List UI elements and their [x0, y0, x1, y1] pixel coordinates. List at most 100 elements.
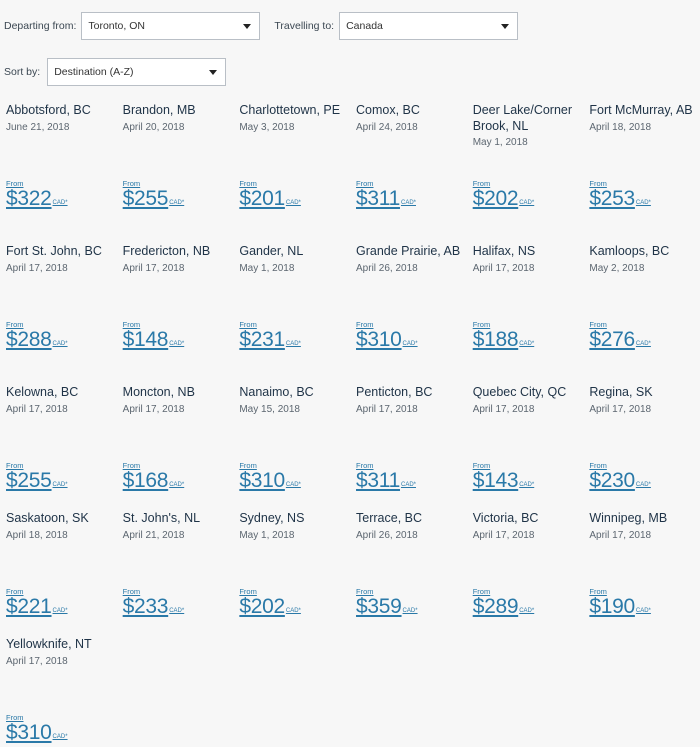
fare-link[interactable]: From $311CAD*: [356, 461, 416, 492]
destination-name: Fort St. John, BC: [6, 244, 102, 258]
currency-label: CAD*: [519, 200, 535, 206]
currency-label: CAD*: [635, 608, 651, 614]
destination-card: Fort McMurray, AB April 18, 2018 From $253C…: [583, 103, 700, 244]
travelling-select[interactable]: Canada: [339, 12, 519, 40]
destination-name: Deer Lake/Corner Brook, NL: [472, 103, 573, 133]
fare-link[interactable]: From $289CAD*: [473, 587, 535, 618]
departure-date: June 21, 2018: [6, 121, 70, 133]
destination-card: Saskatoon, SK April 18, 2018 From $221CAD*: [0, 511, 117, 637]
currency-label: CAD*: [635, 341, 651, 347]
destination-name: Regina, SK: [589, 385, 653, 399]
destination-name: Grande Prairie, AB: [356, 244, 461, 258]
currency-label: CAD*: [52, 734, 68, 740]
destination-card: St. John's, NL April 21, 2018 From $233CAD*: [117, 511, 234, 637]
destination-name: Sydney, NS: [239, 511, 305, 525]
fare-price: $310: [239, 469, 285, 492]
destination-card: Charlottetown, PE May 3, 2018 From $201CAD*: [233, 103, 350, 244]
fare-price: $148: [122, 328, 169, 351]
fare-price: $311: [356, 187, 400, 210]
travelling-label: Travelling to:: [274, 20, 335, 32]
destination-card: Regina, SK April 17, 2018 From $230CAD*: [583, 385, 700, 511]
currency-label: CAD*: [519, 482, 535, 488]
departure-date: May 1, 2018: [472, 137, 528, 148]
fare-link[interactable]: From $311CAD*: [356, 179, 416, 210]
fare-link[interactable]: From $359CAD*: [356, 587, 418, 618]
currency-label: CAD*: [519, 608, 535, 614]
departure-date: April 17, 2018: [6, 403, 68, 415]
departure-date: May 1, 2018: [239, 529, 295, 541]
fare-link[interactable]: From $231CAD*: [239, 320, 301, 351]
chevron-down-icon: [501, 23, 510, 29]
destination-row: Yellowknife, NT April 17, 2018 From $310CAD…: [0, 637, 700, 747]
destination-name: Fredericton, NB: [122, 244, 211, 258]
travelling-value: Canada: [346, 20, 383, 32]
currency-label: CAD*: [635, 200, 651, 206]
departing-select[interactable]: Toronto, ON: [81, 12, 261, 40]
currency-label: CAD*: [635, 482, 651, 488]
fare-link[interactable]: From $255CAD*: [123, 179, 185, 210]
fare-link[interactable]: From $143CAD*: [473, 461, 535, 492]
destination-name: Victoria, BC: [472, 511, 539, 525]
fare-link[interactable]: From $255CAD*: [6, 461, 68, 492]
chevron-down-icon: [209, 69, 218, 75]
departure-date: May 2, 2018: [589, 262, 645, 274]
fare-link[interactable]: From $188CAD*: [473, 320, 535, 351]
currency-label: CAD*: [169, 200, 185, 206]
destination-card: Kelowna, BC April 17, 2018 From $255CAD*: [0, 385, 117, 511]
fare-link[interactable]: From $202CAD*: [473, 179, 535, 210]
fare-link[interactable]: From $202CAD*: [239, 587, 301, 618]
fare-link[interactable]: From $168CAD*: [123, 461, 185, 492]
fare-price: $190: [589, 595, 635, 618]
destination-card: Deer Lake/Corner Brook, NL May 1, 2018 Fro…: [467, 103, 584, 244]
departure-date: April 18, 2018: [6, 529, 68, 541]
fare-price: $230: [589, 469, 635, 492]
departure-date: April 17, 2018: [356, 403, 418, 415]
currency-label: CAD*: [169, 341, 185, 347]
departure-date: April 17, 2018: [6, 262, 68, 274]
departure-date: April 17, 2018: [122, 262, 185, 274]
destination-name: Moncton, NB: [122, 385, 195, 399]
destination-card: Halifax, NS April 17, 2018 From $188CAD*: [467, 244, 584, 385]
fare-link[interactable]: From $190CAD*: [589, 587, 651, 618]
departure-date: April 17, 2018: [589, 403, 652, 415]
departure-date: April 20, 2018: [122, 121, 185, 133]
fare-price: $310: [6, 721, 52, 744]
destination-card: Victoria, BC April 17, 2018 From $289CAD*: [467, 511, 584, 637]
sort-select[interactable]: Destination (A-Z): [47, 58, 227, 86]
sort-value: Destination (A-Z): [54, 66, 134, 78]
departure-date: April 26, 2018: [356, 529, 418, 541]
fare-link[interactable]: From $310CAD*: [6, 713, 68, 744]
currency-label: CAD*: [52, 608, 68, 614]
fare-link[interactable]: From $310CAD*: [239, 461, 301, 492]
fare-link[interactable]: From $221CAD*: [6, 587, 68, 618]
currency-label: CAD*: [400, 482, 416, 488]
destination-grid: Abbotsford, BC June 21, 2018 From $322CAD* B…: [0, 103, 700, 747]
currency-label: CAD*: [285, 200, 301, 206]
fare-link[interactable]: From $276CAD*: [589, 320, 651, 351]
destination-card: Abbotsford, BC June 21, 2018 From $322CAD*: [0, 103, 117, 244]
fare-link[interactable]: From $310CAD*: [356, 320, 418, 351]
currency-label: CAD*: [285, 608, 301, 614]
departure-date: April 21, 2018: [122, 529, 185, 541]
departure-date: May 1, 2018: [239, 262, 295, 274]
fare-link[interactable]: From $230CAD*: [589, 461, 651, 492]
fare-price: $168: [122, 469, 169, 492]
currency-label: CAD*: [169, 608, 185, 614]
fare-link[interactable]: From $201CAD*: [239, 179, 301, 210]
currency-label: CAD*: [285, 482, 301, 488]
destination-card: Comox, BC April 24, 2018 From $311CAD*: [350, 103, 467, 244]
fare-price: $322: [6, 187, 52, 210]
fare-link[interactable]: From $322CAD*: [6, 179, 68, 210]
fare-link[interactable]: From $288CAD*: [6, 320, 68, 351]
fare-price: $276: [589, 328, 635, 351]
currency-label: CAD*: [52, 341, 68, 347]
destination-name: Gander, NL: [239, 244, 304, 258]
departing-label: Departing from:: [4, 20, 77, 32]
destination-card: Gander, NL May 1, 2018 From $231CAD*: [233, 244, 350, 385]
fare-link[interactable]: From $148CAD*: [123, 320, 185, 351]
fare-link[interactable]: From $233CAD*: [123, 587, 185, 618]
departure-date: April 17, 2018: [6, 655, 68, 667]
destination-name: Comox, BC: [356, 103, 420, 117]
fare-link[interactable]: From $253CAD*: [589, 179, 651, 210]
destination-name: Kelowna, BC: [6, 385, 79, 399]
